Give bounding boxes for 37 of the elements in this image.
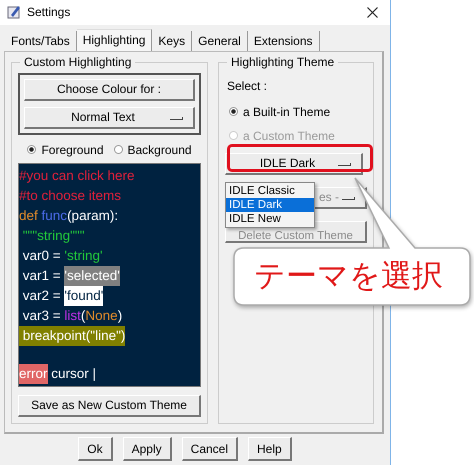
window-title: Settings bbox=[27, 5, 70, 20]
code-text[interactable]: list bbox=[64, 306, 81, 326]
code-text[interactable]: ) bbox=[118, 306, 122, 326]
code-sample[interactable]: #you can click here #to choose items def func(param): """string""" var0 = 'string' var1 = 'selected' var2 = 'found' var3 = list(None) breakpoint("line") error cursor | bbox=[18, 162, 201, 386]
dialog-button[interactable]: Cancel bbox=[182, 437, 238, 462]
tab[interactable]: Highlighting bbox=[76, 28, 152, 50]
app-icon bbox=[7, 5, 21, 20]
dialog-button[interactable]: Apply bbox=[122, 437, 172, 462]
code-text[interactable]: """string""" bbox=[19, 226, 85, 246]
radio-option[interactable]: a Built-in Theme bbox=[229, 104, 367, 118]
code-text[interactable]: (param): bbox=[67, 206, 118, 226]
menu-item[interactable]: IDLE Classic bbox=[226, 184, 314, 198]
code-text[interactable]: def bbox=[19, 206, 42, 226]
frame-title: Highlighting Theme bbox=[227, 54, 338, 68]
code-text[interactable]: 'selected' bbox=[64, 266, 120, 286]
save-theme-button[interactable]: Save as New Custom Theme bbox=[18, 394, 201, 416]
frame-title: Custom Highlighting bbox=[20, 54, 136, 68]
menu-item[interactable]: IDLE Dark bbox=[226, 198, 314, 212]
code-text[interactable]: cursor | bbox=[48, 364, 96, 384]
radio-option[interactable]: Background bbox=[114, 142, 192, 156]
code-text[interactable]: ( bbox=[80, 306, 86, 326]
code-text[interactable]: 'found' bbox=[64, 286, 104, 306]
dialog-button[interactable]: Ok bbox=[78, 437, 113, 462]
code-text[interactable]: var2 = bbox=[19, 286, 64, 306]
callout-text: テーマを選択 bbox=[254, 257, 443, 296]
code-text[interactable]: var3 = bbox=[19, 306, 64, 326]
choose-colour-button[interactable]: Choose Colour for : bbox=[24, 78, 195, 100]
code-text[interactable]: var1 = bbox=[19, 266, 64, 286]
code-text[interactable]: None bbox=[85, 306, 118, 326]
select-label: Select : bbox=[227, 78, 268, 92]
dialog-button[interactable]: Help bbox=[248, 437, 292, 462]
code-text[interactable]: var0 = bbox=[19, 246, 64, 266]
element-dropdown[interactable]: Normal Text bbox=[24, 106, 195, 128]
code-text[interactable]: breakpoint("line") bbox=[19, 326, 126, 346]
close-icon[interactable] bbox=[367, 6, 378, 18]
code-text[interactable]: 'string' bbox=[64, 246, 103, 266]
radio-option[interactable]: Foreground bbox=[27, 142, 104, 156]
